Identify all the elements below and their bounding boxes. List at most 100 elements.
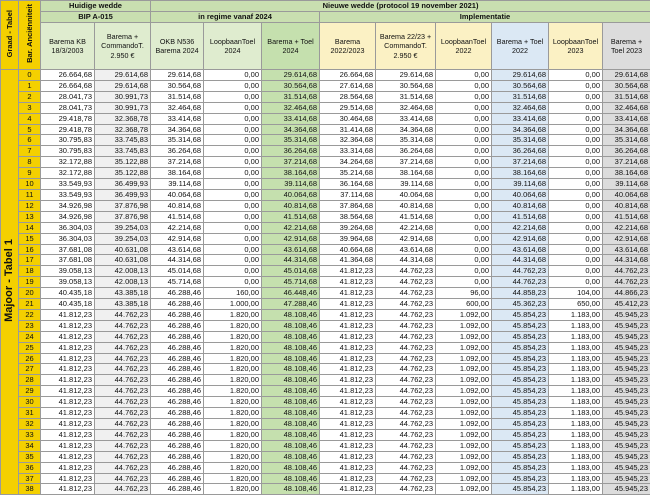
table-cell: 48.108,46 <box>262 429 320 440</box>
ancienniteit-cell: 31 <box>19 408 41 419</box>
table-row: 3441.812,2344.762,2346.288,461.820,0048.… <box>1 440 650 451</box>
table-cell: 45.854,23 <box>492 386 549 397</box>
table-cell: 41.812,23 <box>320 266 376 277</box>
table-cell: 30.564,68 <box>151 80 204 91</box>
table-cell: 45.945,23 <box>603 342 650 353</box>
ancienniteit-cell: 5 <box>19 124 41 135</box>
table-cell: 26.664,68 <box>41 70 95 81</box>
table-cell: 0,00 <box>204 70 262 81</box>
table-cell: 1.183,00 <box>549 342 603 353</box>
col-header: Barema KB 18/3/2003 <box>41 23 95 70</box>
table-cell: 44.762,23 <box>376 309 436 320</box>
table-cell: 45.854,23 <box>492 451 549 462</box>
table-row: 1033.549,9336.499,9339.114,680,0039.114,… <box>1 179 650 190</box>
table-cell: 43.614,68 <box>151 244 204 255</box>
table-cell: 35.314,68 <box>262 135 320 146</box>
ancienniteit-cell: 13 <box>19 211 41 222</box>
table-cell: 44.762,23 <box>95 331 151 342</box>
table-cell: 41.812,23 <box>320 375 376 386</box>
table-cell: 45.854,23 <box>492 429 549 440</box>
ancienniteit-cell: 19 <box>19 277 41 288</box>
table-cell: 1.820,00 <box>204 353 262 364</box>
table-cell: 45.854,23 <box>492 440 549 451</box>
table-cell: 44.762,23 <box>376 277 436 288</box>
table-cell: 96,00 <box>436 288 492 299</box>
table-cell: 31.514,68 <box>376 91 436 102</box>
table-cell: 41.812,23 <box>41 331 95 342</box>
implementatie-header: Implementatie <box>320 12 650 23</box>
table-row: 2341.812,2344.762,2346.288,461.820,0048.… <box>1 320 650 331</box>
table-cell: 1.820,00 <box>204 364 262 375</box>
table-cell: 46.288,46 <box>151 331 204 342</box>
table-cell: 37.681,08 <box>41 244 95 255</box>
table-cell: 41.514,68 <box>603 211 650 222</box>
table-cell: 0,00 <box>436 179 492 190</box>
table-row: Majoor - Tabel 1026.664,6829.614,6829.61… <box>1 70 650 81</box>
table-cell: 37.876,98 <box>95 200 151 211</box>
table-cell: 41.812,23 <box>320 320 376 331</box>
table-cell: 42.914,68 <box>151 233 204 244</box>
table-cell: 28.041,73 <box>41 102 95 113</box>
table-cell: 42.914,68 <box>603 233 650 244</box>
table-cell: 0,00 <box>436 222 492 233</box>
table-cell: 0,00 <box>436 157 492 168</box>
ancienniteit-cell: 33 <box>19 429 41 440</box>
table-cell: 40.814,68 <box>376 200 436 211</box>
table-cell: 41.812,23 <box>320 309 376 320</box>
table-cell: 43.614,68 <box>603 244 650 255</box>
table-cell: 29.614,68 <box>151 70 204 81</box>
table-cell: 39.254,03 <box>95 233 151 244</box>
table-cell: 0,00 <box>436 211 492 222</box>
table-cell: 29.614,68 <box>95 80 151 91</box>
table-cell: 48.108,46 <box>262 309 320 320</box>
table-cell: 39.964,68 <box>320 233 376 244</box>
col-header: Barema 22/23 + CommandoT. 2.950 € <box>376 23 436 70</box>
table-cell: 30.795,83 <box>41 146 95 157</box>
table-cell: 0,00 <box>549 277 603 288</box>
table-cell: 45.854,23 <box>492 309 549 320</box>
table-cell: 38.164,68 <box>603 168 650 179</box>
ancienniteit-cell: 26 <box>19 353 41 364</box>
table-row: 2441.812,2344.762,2346.288,461.820,0048.… <box>1 331 650 342</box>
table-cell: 46.288,46 <box>151 473 204 484</box>
table-row: 2641.812,2344.762,2346.288,461.820,0048.… <box>1 353 650 364</box>
table-cell: 45.945,23 <box>603 429 650 440</box>
table-row: 932.172,8835.122,8838.164,680,0038.164,6… <box>1 168 650 179</box>
table-cell: 44.762,23 <box>603 266 650 277</box>
table-cell: 45.014,68 <box>262 266 320 277</box>
table-row: 2040.435,1843.385,1846.288,46160,0046.44… <box>1 288 650 299</box>
table-cell: 41.514,68 <box>376 211 436 222</box>
table-cell: 44.762,23 <box>376 375 436 386</box>
table-cell: 38.564,68 <box>320 211 376 222</box>
table-cell: 38.164,68 <box>151 168 204 179</box>
table-row: 529.418,7832.368,7834.364,680,0034.364,6… <box>1 124 650 135</box>
table-cell: 1.183,00 <box>549 440 603 451</box>
table-cell: 37.681,08 <box>41 255 95 266</box>
ancienniteit-header: Bar. Anciënniteit <box>19 1 41 70</box>
table-cell: 46.288,46 <box>151 299 204 310</box>
table-row: 3241.812,2344.762,2346.288,461.820,0048.… <box>1 419 650 430</box>
table-cell: 34.926,98 <box>41 200 95 211</box>
table-row: 126.664,6829.614,6830.564,680,0030.564,6… <box>1 80 650 91</box>
table-cell: 1.092,00 <box>436 397 492 408</box>
table-cell: 1.183,00 <box>549 408 603 419</box>
table-cell: 26.664,68 <box>320 70 376 81</box>
table-cell: 29.418,78 <box>41 113 95 124</box>
table-cell: 0,00 <box>436 189 492 200</box>
table-row: 429.418,7832.368,7833.414,680,0033.414,6… <box>1 113 650 124</box>
table-cell: 40.064,68 <box>376 189 436 200</box>
table-cell: 40.631,08 <box>95 244 151 255</box>
table-cell: 40.064,68 <box>603 189 650 200</box>
table-cell: 0,00 <box>436 113 492 124</box>
table-cell: 36.304,03 <box>41 222 95 233</box>
table-cell: 42.914,68 <box>376 233 436 244</box>
table-cell: 41.812,23 <box>41 309 95 320</box>
table-cell: 48.108,46 <box>262 408 320 419</box>
table-cell: 31.514,68 <box>262 91 320 102</box>
table-cell: 41.812,23 <box>41 320 95 331</box>
table-cell: 48.108,46 <box>262 375 320 386</box>
table-row: 3141.812,2344.762,2346.288,461.820,0048.… <box>1 408 650 419</box>
table-cell: 37.214,68 <box>151 157 204 168</box>
table-cell: 44.762,23 <box>376 408 436 419</box>
table-cell: 29.514,68 <box>320 102 376 113</box>
